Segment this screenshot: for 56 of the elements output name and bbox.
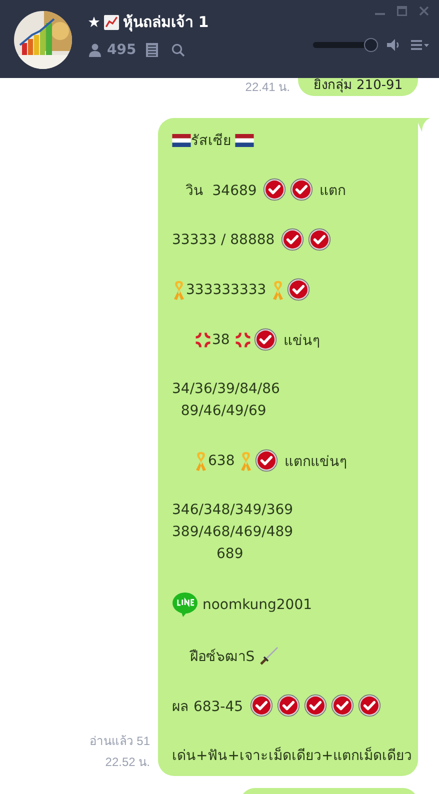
dagger-icon (259, 646, 280, 666)
check-mark-icon (330, 694, 354, 717)
ribbon-icon (172, 280, 186, 300)
check-mark-icon (263, 178, 286, 201)
check-mark-icon (304, 694, 326, 717)
message-text: แข่นๆ (282, 332, 321, 350)
check-mark-icon (286, 278, 310, 301)
search-icon[interactable] (171, 43, 186, 57)
message-text: 389/468/469/489 (172, 524, 294, 540)
message-text: 638 (208, 452, 236, 468)
message-time: 22.52 น. (105, 754, 150, 771)
message-text: ยิงกลุ่ม 210-91 (313, 78, 403, 94)
message-text: 34/36/39/84/86 (172, 381, 280, 397)
check-mark-icon (250, 694, 272, 717)
flag-icon (235, 134, 254, 146)
message-text: 33333 / 88888 (172, 232, 276, 248)
message-text: 38 (212, 332, 231, 348)
person-icon[interactable] (88, 43, 102, 57)
check-mark-icon (281, 228, 304, 251)
message-text: เด่น+ฟัน+เจาะเม็ดเดียว+แตกเม็ดเดียว (172, 746, 412, 766)
star-icon (88, 16, 100, 28)
ribbon-icon (194, 450, 208, 470)
check-mark-icon (290, 178, 314, 201)
check-mark-icon (308, 228, 332, 251)
chat-logo-icon (172, 592, 198, 618)
message-text: ผล 683-45 (172, 698, 244, 716)
anger-icon (234, 330, 252, 348)
message-text: แตก (318, 182, 346, 200)
check-mark-icon (254, 328, 278, 351)
flag-icon (172, 134, 191, 146)
check-mark-icon (276, 694, 300, 717)
ribbon-icon (270, 280, 285, 300)
ribbon-icon (239, 450, 254, 470)
menu-icon[interactable] (411, 40, 429, 50)
volume-slider[interactable] (313, 38, 377, 52)
message-text: วิน 34689 (184, 182, 258, 200)
message-text: 346/348/349/369 (172, 502, 294, 518)
check-mark-icon (255, 449, 278, 472)
speaker-icon[interactable] (387, 39, 401, 51)
message-text: 333333333 (186, 282, 268, 298)
close-icon[interactable] (419, 6, 429, 16)
chat-title: หุ้นถล่มเจ้า 1 (123, 12, 209, 34)
message-text: ฝือซ์๖ฒาS (188, 648, 256, 667)
message-text: 89/46/49/69 (180, 403, 266, 419)
anger-icon (194, 330, 212, 348)
message-text: 689 (216, 546, 244, 562)
check-mark-icon (358, 694, 380, 717)
maximize-icon[interactable] (397, 6, 407, 16)
message-text: noomkung2001 (201, 597, 312, 613)
message-text: แตกแข่นๆ (284, 452, 348, 472)
read-receipt: อ่านแล้ว 51 (89, 733, 150, 750)
notes-icon[interactable] (146, 43, 158, 57)
message-time: 22.41 น. (245, 79, 290, 96)
chart-icon (104, 14, 119, 30)
member-count[interactable]: 495 (107, 42, 136, 58)
message-text: รัสเซีย (191, 132, 232, 151)
